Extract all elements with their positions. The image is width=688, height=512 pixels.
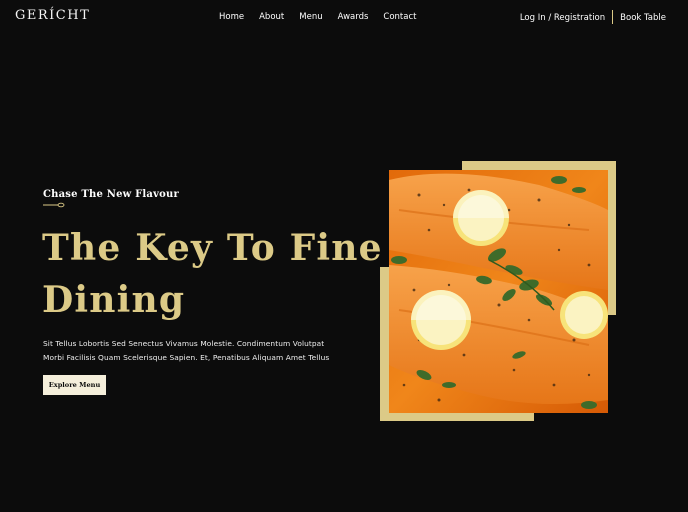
hero-headline: The Key To Fine Dining (42, 222, 383, 326)
lemon-slice-1 (453, 190, 509, 246)
navbar: GERÍCHT Home About Menu Awards Contact L… (0, 0, 688, 34)
hero-subtitle: Chase The New Flavour (43, 189, 179, 200)
nav-link-awards[interactable]: Awards (338, 12, 369, 22)
spoon-icon (43, 202, 65, 208)
hero-description: Sit Tellus Lobortis Sed Senectus Vivamus… (43, 339, 330, 362)
nav-link-menu[interactable]: Menu (299, 12, 322, 22)
hero-headline-line2: Dining (42, 279, 186, 321)
nav-right: Log In / Registration Book Table (520, 10, 666, 24)
hero-headline-line1: The Key To Fine (42, 227, 383, 269)
nav-link-home[interactable]: Home (219, 12, 244, 22)
nav-divider (612, 10, 614, 24)
nav-links: Home About Menu Awards Contact (219, 12, 431, 22)
explore-menu-button[interactable]: Explore Menu (43, 375, 106, 395)
book-table-link[interactable]: Book Table (620, 13, 666, 23)
lemon-slice-2 (411, 290, 471, 350)
nav-link-about[interactable]: About (259, 12, 284, 22)
lemon-slice-3 (560, 291, 608, 339)
salmon-illustration (389, 170, 608, 413)
login-link[interactable]: Log In / Registration (520, 13, 605, 23)
salmon-dish-image (389, 170, 608, 413)
nav-link-contact[interactable]: Contact (383, 12, 416, 22)
logo[interactable]: GERÍCHT (15, 8, 90, 23)
